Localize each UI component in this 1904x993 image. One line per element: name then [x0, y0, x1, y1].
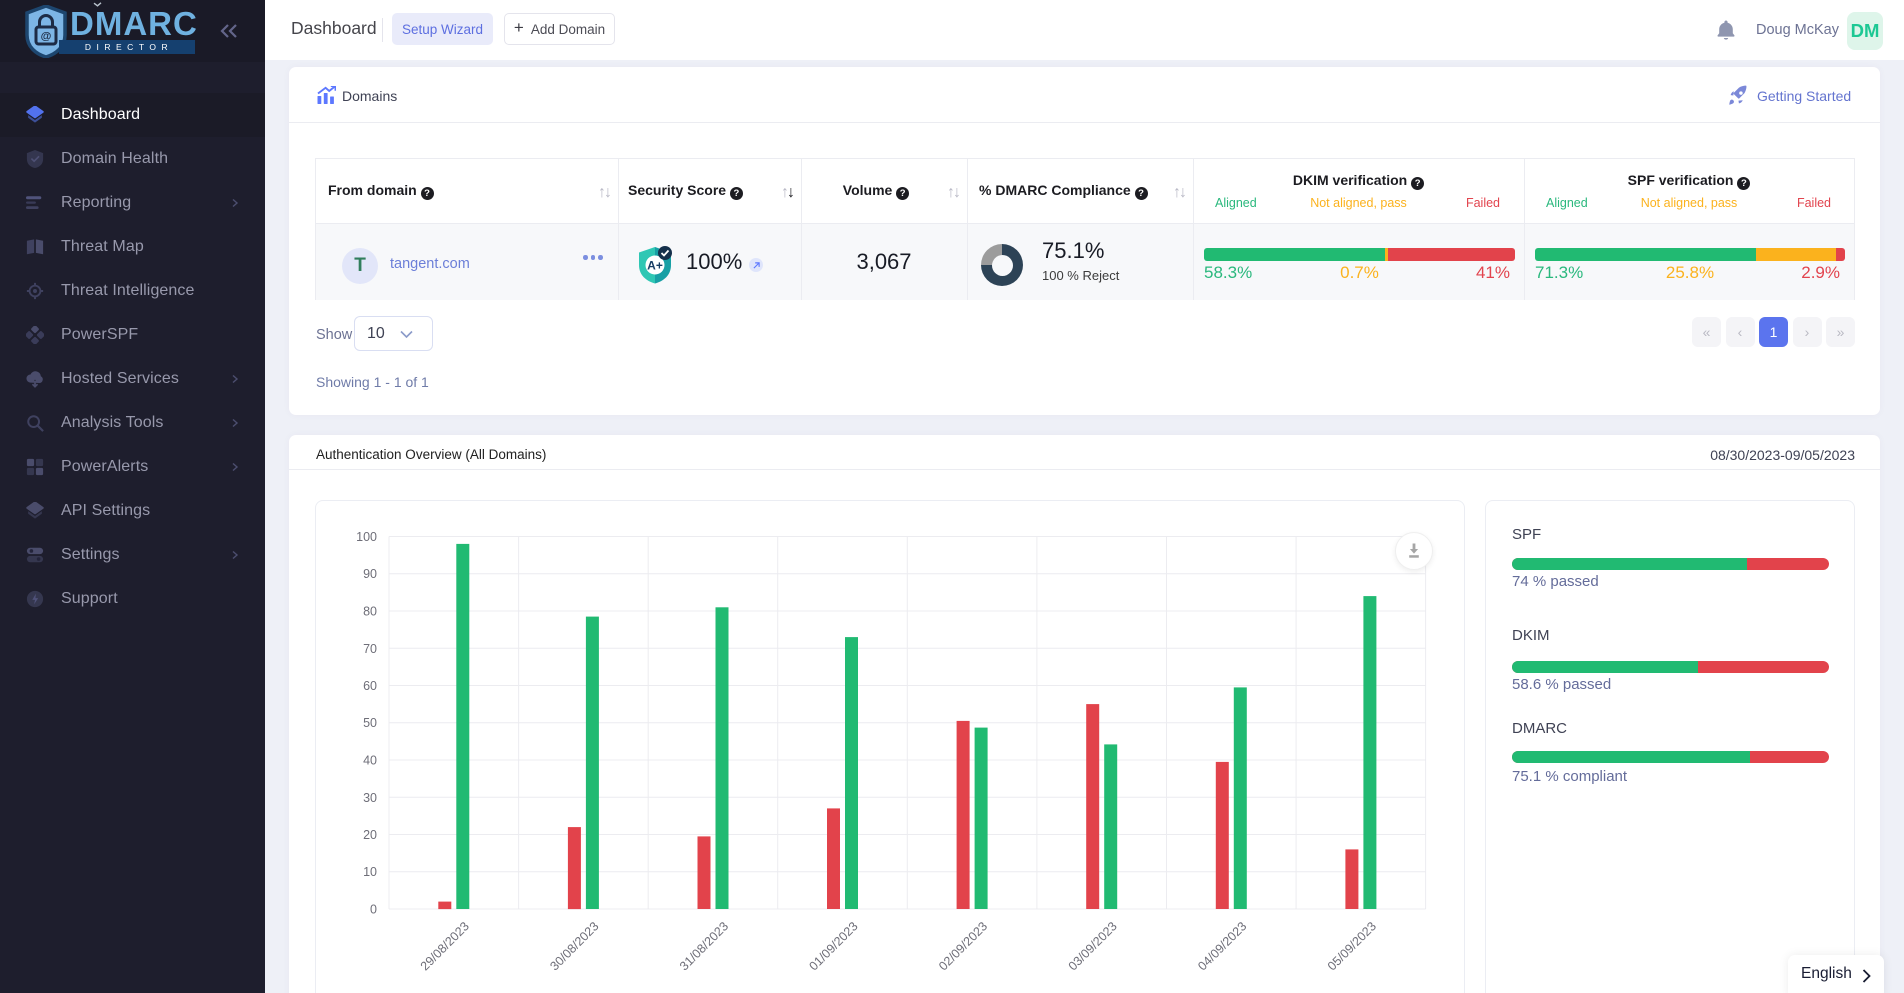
svg-text:02/09/2023: 02/09/2023 — [936, 919, 990, 973]
svg-text:50: 50 — [363, 716, 377, 730]
svg-text:05/09/2023: 05/09/2023 — [1325, 919, 1379, 973]
svg-text:70: 70 — [363, 642, 377, 656]
svg-text:40: 40 — [363, 754, 377, 768]
svg-text:A+: A+ — [647, 259, 663, 273]
svg-text:30/08/2023: 30/08/2023 — [547, 919, 601, 973]
svg-text:04/09/2023: 04/09/2023 — [1195, 919, 1249, 973]
svg-text:10: 10 — [363, 865, 377, 879]
svg-text:20: 20 — [363, 828, 377, 842]
svg-text:30: 30 — [363, 791, 377, 805]
svg-text:03/09/2023: 03/09/2023 — [1066, 919, 1120, 973]
svg-text:0: 0 — [370, 903, 377, 917]
svg-text:80: 80 — [363, 605, 377, 619]
svg-text:31/08/2023: 31/08/2023 — [677, 919, 731, 973]
svg-text:@: @ — [41, 31, 52, 43]
svg-text:90: 90 — [363, 567, 377, 581]
svg-text:100: 100 — [356, 530, 377, 544]
svg-text:01/09/2023: 01/09/2023 — [806, 919, 860, 973]
svg-text:29/08/2023: 29/08/2023 — [418, 919, 472, 973]
svg-text:60: 60 — [363, 679, 377, 693]
